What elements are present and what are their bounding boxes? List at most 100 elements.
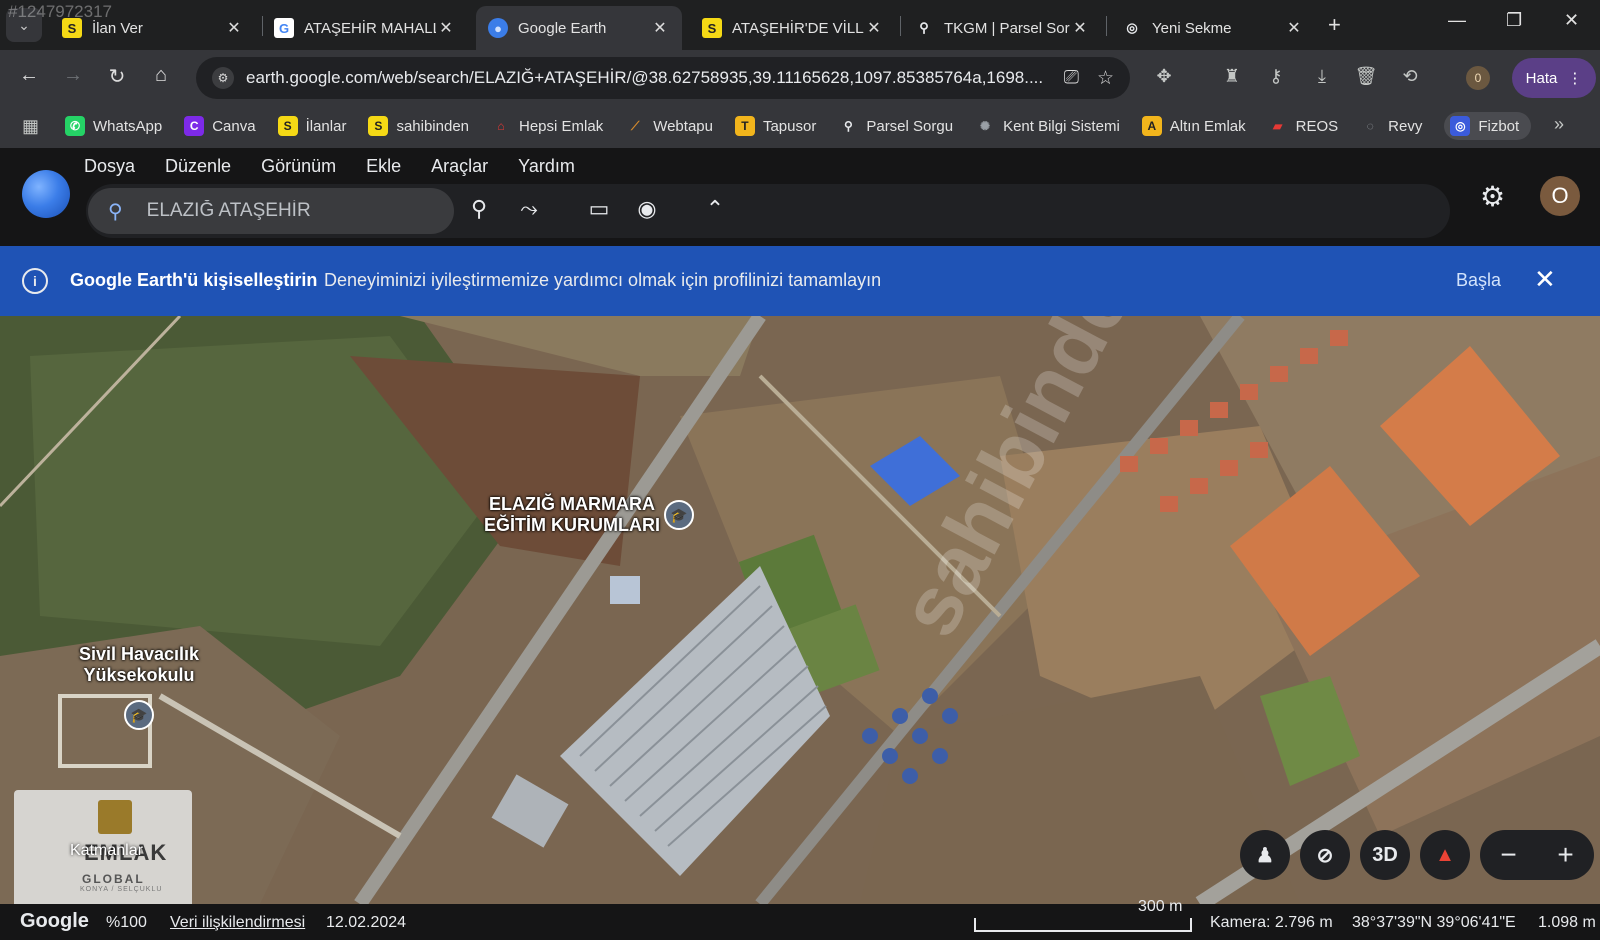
tab-separator: [900, 16, 901, 36]
banner-start-button[interactable]: Başla: [1456, 270, 1501, 291]
school-pin-icon[interactable]: 🎓: [124, 700, 154, 730]
install-app-icon[interactable]: ⎚: [1064, 67, 1079, 89]
close-icon[interactable]: ✕: [864, 18, 884, 38]
banner-description: Deneyiminizi iyileştirmemize yardımcı ol…: [324, 270, 882, 290]
satellite-map[interactable]: sahibinden.com ELAZIĞ MARMARA EĞİTİM KUR…: [0, 316, 1600, 904]
layers-button[interactable]: EMLAK Katmanlar GLOBAL KONYA / SELÇUKLU: [14, 790, 192, 904]
bookmark-label: Fizbot: [1478, 117, 1520, 135]
location-disabled-icon[interactable]: ⊘: [1300, 830, 1350, 880]
close-icon[interactable]: ✕: [436, 18, 456, 38]
bookmark-fizbot[interactable]: ◎ Fizbot: [1444, 112, 1532, 140]
zoom-in-button[interactable]: +: [1557, 839, 1573, 871]
address-bar[interactable]: ⚙ earth.google.com/web/search/ELAZIĞ+ATA…: [196, 57, 1130, 99]
reload-button[interactable]: ↻: [104, 64, 130, 89]
sahibinden-icon: S: [277, 116, 298, 136]
tab-google-earth[interactable]: ● Google Earth ✕: [476, 6, 682, 50]
zoom-out-button[interactable]: −: [1500, 839, 1516, 871]
back-button[interactable]: ←: [16, 64, 42, 87]
map-label-line: Yüksekokulu: [83, 665, 195, 685]
bookmark-whatsapp[interactable]: ✆ WhatsApp: [65, 116, 162, 136]
incognito-icon[interactable]: ♜: [1220, 66, 1244, 87]
screen: ⌄ S İlan Ver ✕ G ATAŞEHİR MAHALLE ✕ ● Go…: [0, 0, 1600, 940]
tapusor-icon: T: [734, 116, 755, 136]
chevron-up-icon[interactable]: ⌃: [700, 196, 730, 222]
bookmark-i̇lanlar[interactable]: S İlanlar: [277, 116, 346, 136]
bookmark-star-icon[interactable]: ☆: [1097, 67, 1114, 90]
menu-araclar[interactable]: Araçlar: [431, 156, 488, 177]
close-icon[interactable]: ✕: [224, 18, 244, 38]
bookmark-webtapu[interactable]: ⟋ Webtapu: [625, 116, 713, 136]
school-pin-icon[interactable]: 🎓: [664, 500, 694, 530]
trash-icon[interactable]: 🗑: [1354, 66, 1378, 87]
add-path-icon[interactable]: ⤳: [514, 196, 544, 222]
close-icon[interactable]: ✕: [1070, 18, 1090, 38]
history-icon[interactable]: ⟲: [1398, 66, 1422, 87]
overlay-logo-tiny: KONYA / SELÇUKLU: [80, 886, 163, 893]
toggle-3d-button[interactable]: 3D: [1360, 830, 1410, 880]
forward-button[interactable]: →: [60, 64, 86, 87]
apps-grid-icon[interactable]: ▦: [22, 116, 39, 137]
close-window-button[interactable]: ✕: [1564, 10, 1579, 31]
close-icon[interactable]: ✕: [650, 18, 670, 38]
menu-duzenle[interactable]: Düzenle: [165, 156, 231, 177]
close-icon[interactable]: ✕: [1284, 18, 1304, 38]
data-attribution-link[interactable]: Veri ilişkilendirmesi: [170, 914, 305, 932]
error-menu-button[interactable]: Hata ⋮: [1512, 58, 1596, 98]
bookmark-label: sahibinden: [396, 117, 469, 135]
settings-gear-icon[interactable]: ⚙: [1480, 180, 1505, 213]
add-placemark-icon[interactable]: ⚲: [464, 196, 494, 222]
map-label-marmara[interactable]: ELAZIĞ MARMARA EĞİTİM KURUMLARI: [472, 494, 672, 536]
bookmark-canva[interactable]: C Canva: [184, 116, 256, 136]
menu-gorunum[interactable]: Görünüm: [261, 156, 336, 177]
tab-label: Google Earth: [518, 19, 607, 37]
tab-atasehirde-villa[interactable]: S ATAŞEHİR'DE VİLLA ✕: [690, 6, 896, 50]
minimize-button[interactable]: —: [1448, 10, 1466, 31]
google-earth-logo-icon[interactable]: [22, 170, 70, 218]
restore-button[interactable]: ❐: [1506, 10, 1522, 31]
chevron-right-double-icon[interactable]: »: [1554, 114, 1564, 135]
earth-search-box[interactable]: ⚲: [88, 188, 454, 234]
altin-emlak-icon: A: [1141, 116, 1162, 136]
earth-header: Dosya Düzenle Görünüm Ekle Araçlar Yardı…: [0, 148, 1600, 246]
bookmark-hepsi-emlak[interactable]: ⌂ Hepsi Emlak: [491, 116, 603, 136]
password-key-icon[interactable]: ⚷: [1264, 66, 1288, 87]
tab-atasehir-mahalle[interactable]: G ATAŞEHİR MAHALLE ✕: [262, 6, 468, 50]
site-info-icon[interactable]: ⚙: [212, 67, 234, 89]
extensions-icon[interactable]: ✥: [1152, 66, 1176, 87]
bookmark-sahibinden[interactable]: Ssahibinden: [368, 116, 469, 136]
map-label-sivil-havacilik[interactable]: Sivil Havacılık Yüksekokulu: [64, 644, 214, 686]
profile-avatar[interactable]: 0: [1466, 66, 1490, 90]
bookmark-parsel-sorgu[interactable]: ⚲ Parsel Sorgu: [838, 116, 953, 136]
historical-imagery-icon[interactable]: ◉: [632, 196, 662, 222]
bookmark-tapusor[interactable]: T Tapusor: [734, 116, 816, 136]
bookmark-label: WhatsApp: [93, 117, 163, 135]
earth-toolbar: ⚲ ⚲ ⤳ ▭ ◉ ⌃: [86, 184, 1450, 238]
reos-icon: ▰: [1273, 119, 1283, 133]
bookmark-kent-bilgi-sistemi[interactable]: ✺ Kent Bilgi Sistemi: [975, 116, 1120, 136]
close-icon[interactable]: ✕: [1534, 264, 1556, 295]
home-button[interactable]: ⌂: [148, 64, 174, 87]
tab-tkgm-parsel[interactable]: ⚲ TKGM | Parsel Sorgu ✕: [902, 6, 1102, 50]
revy-icon: ◌: [1366, 119, 1374, 133]
scale-label: 300 m: [1138, 898, 1183, 915]
new-tab-button[interactable]: +: [1328, 12, 1341, 38]
compass-icon[interactable]: ▲: [1420, 830, 1470, 880]
tab-label: İlan Ver: [92, 19, 143, 37]
earth-account-avatar[interactable]: O: [1540, 176, 1580, 216]
tab-yeni-sekme[interactable]: ◎ Yeni Sekme ✕: [1110, 6, 1316, 50]
bookmark-label: Kent Bilgi Sistemi: [1003, 117, 1120, 135]
street-view-pegman-icon[interactable]: ♟: [1240, 830, 1290, 880]
sahibinden-icon: S: [368, 116, 389, 136]
url-text[interactable]: earth.google.com/web/search/ELAZIĞ+ATAŞE…: [246, 68, 1046, 88]
menu-yardim[interactable]: Yardım: [518, 156, 575, 177]
measure-ruler-icon[interactable]: ▭: [584, 196, 614, 222]
map-label-line: ELAZIĞ MARMARA: [489, 494, 655, 514]
earth-search-input[interactable]: [146, 200, 397, 222]
search-icon: ⚲: [108, 200, 123, 223]
menu-dosya[interactable]: Dosya: [84, 156, 135, 177]
bookmark-altın-emlak[interactable]: A Altın Emlak: [1141, 116, 1246, 136]
bookmark-reos[interactable]: ▰ REOS: [1268, 116, 1338, 136]
menu-ekle[interactable]: Ekle: [366, 156, 401, 177]
download-icon[interactable]: ⤓: [1310, 66, 1334, 87]
bookmark-revy[interactable]: ◌ Revy: [1360, 116, 1423, 136]
